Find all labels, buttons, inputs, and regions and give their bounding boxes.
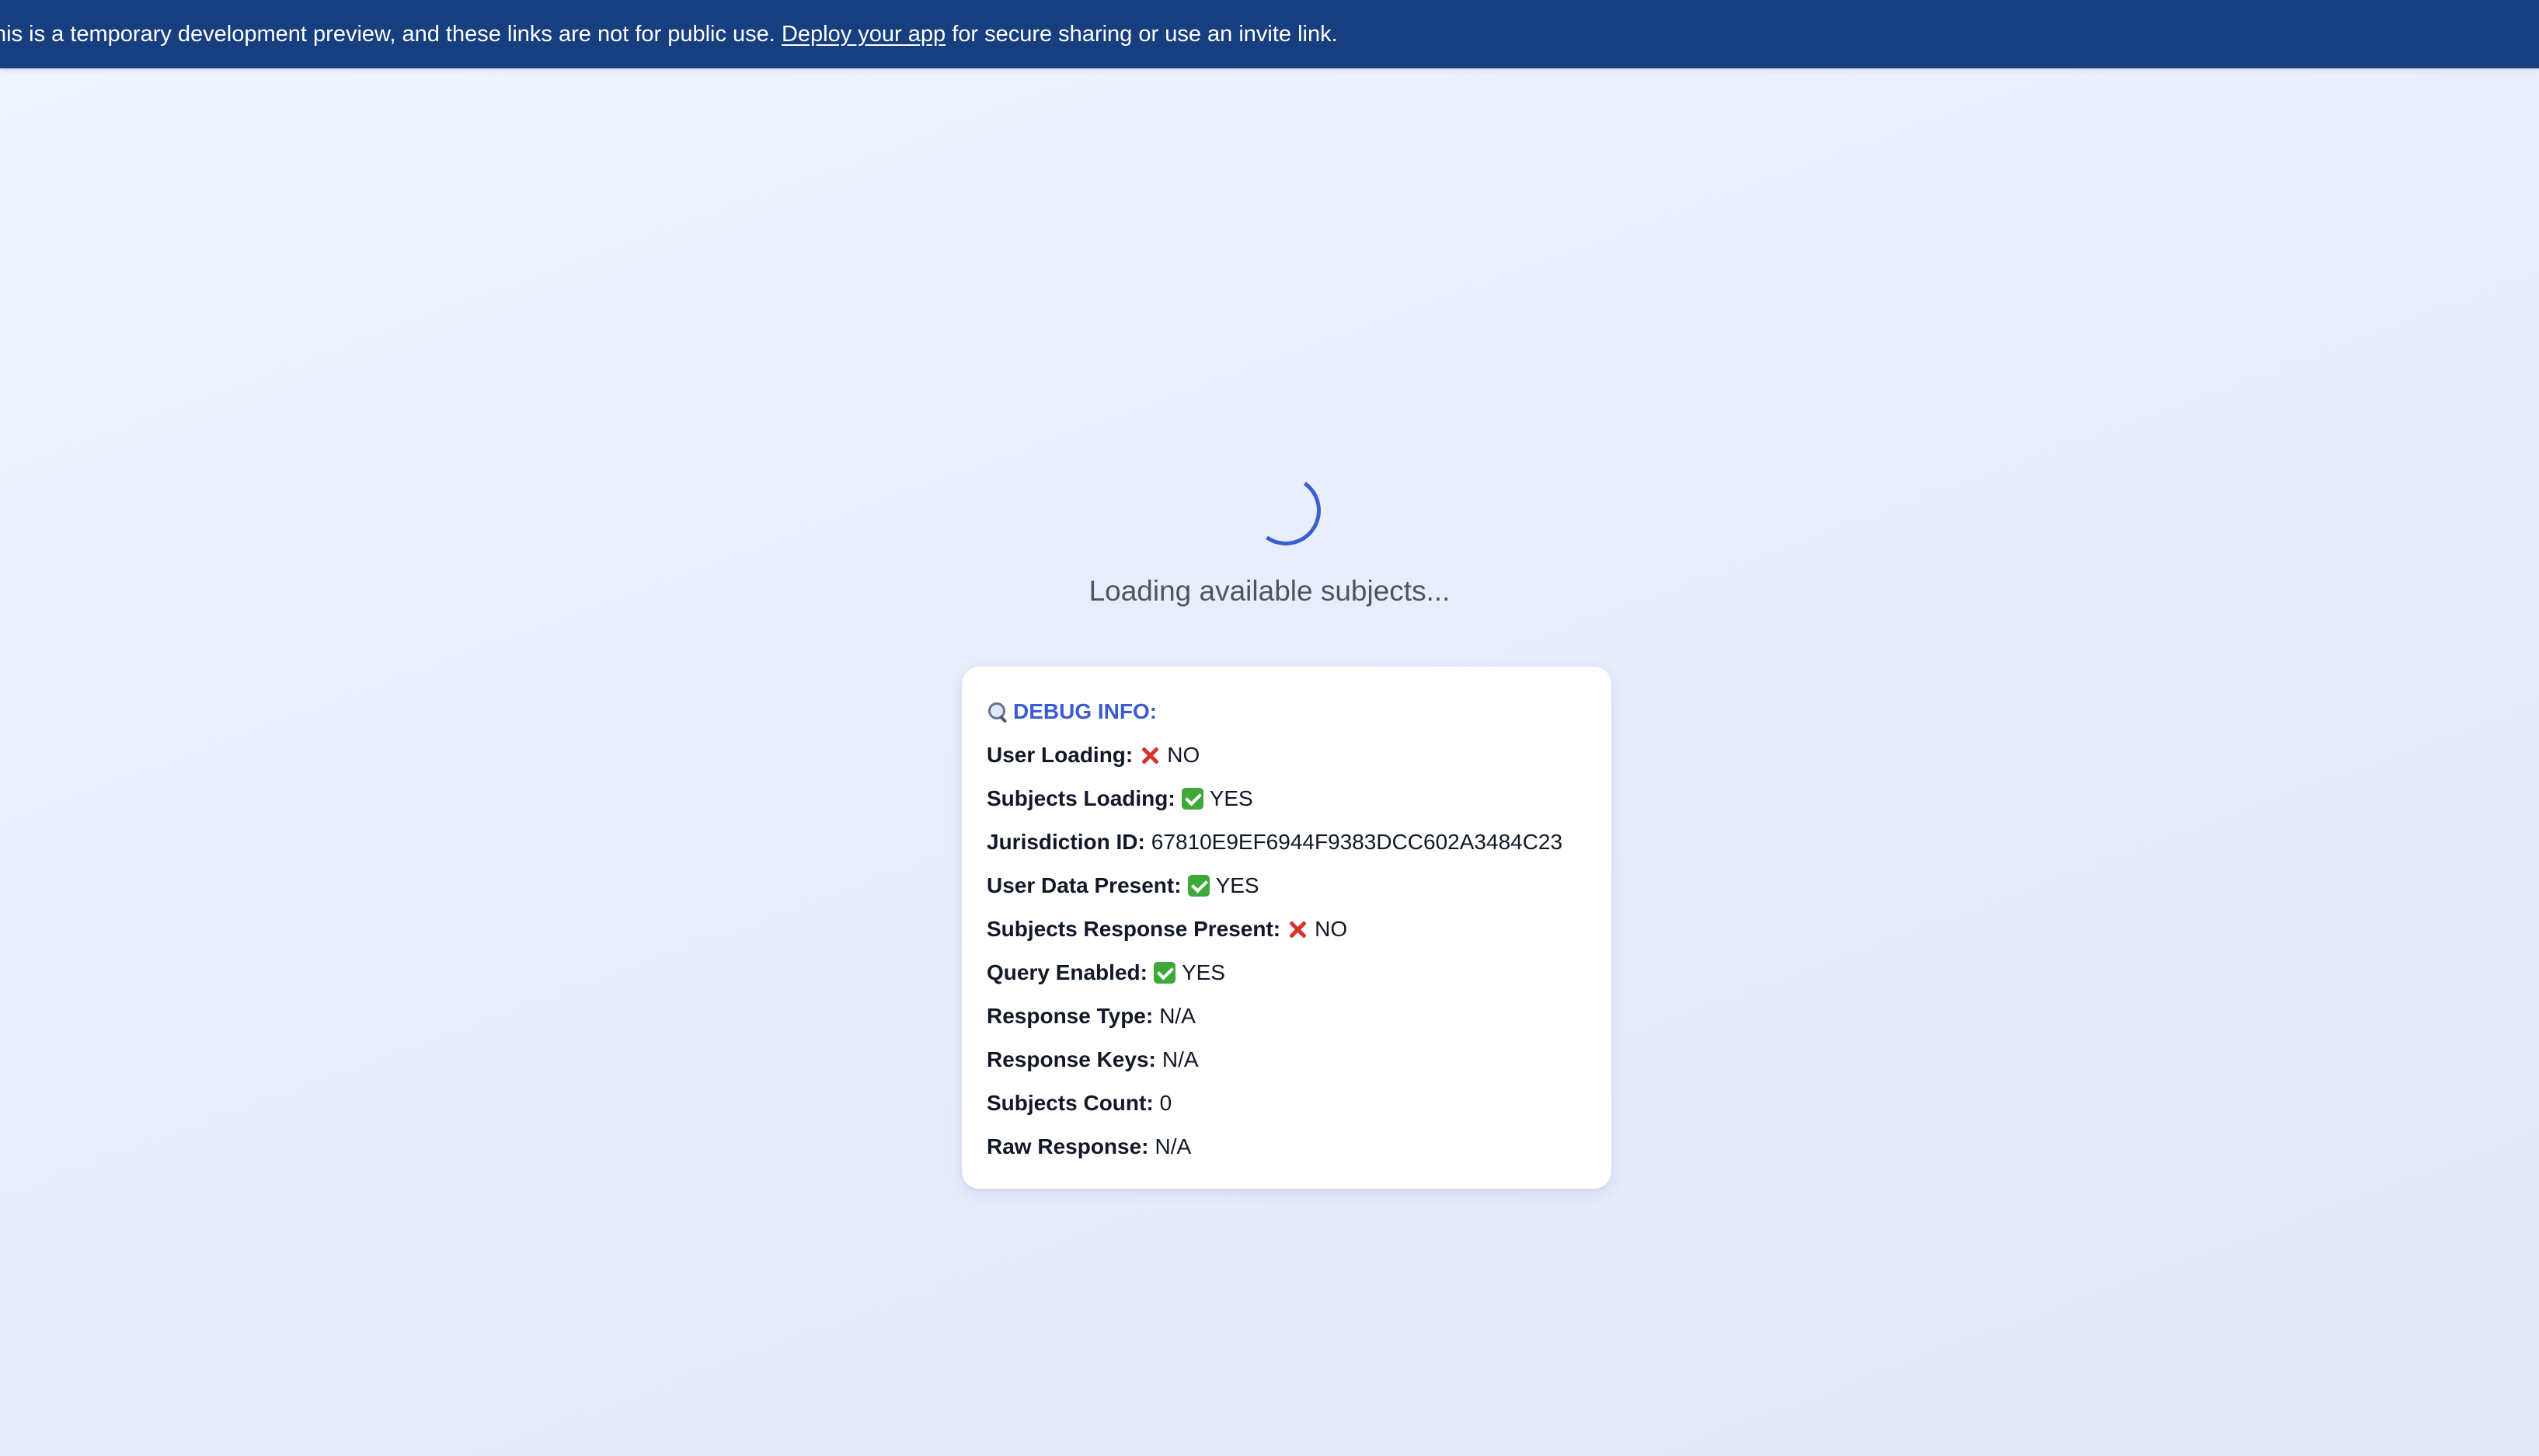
debug-row-label: User Data Present: xyxy=(987,873,1182,897)
cross-mark-icon xyxy=(1287,918,1308,940)
debug-row-value: YES xyxy=(1215,873,1259,897)
debug-row-label: User Loading: xyxy=(987,743,1134,767)
magnifying-glass-icon xyxy=(987,701,1008,723)
debug-title: DEBUG INFO: xyxy=(987,690,1588,733)
debug-row-user-loading: User Loading: NO xyxy=(987,733,1588,777)
debug-row-label: Response Keys: xyxy=(987,1047,1156,1071)
check-mark-icon xyxy=(1181,788,1203,810)
check-mark-icon xyxy=(1187,875,1210,897)
preview-banner: his is a temporary development preview, … xyxy=(0,0,2539,68)
debug-row-response-type: Response Type: N/A xyxy=(987,994,1588,1038)
debug-row-value: YES xyxy=(1181,960,1225,984)
debug-row-label: Response Type: xyxy=(987,1004,1154,1028)
debug-row-label: Query Enabled: xyxy=(987,960,1148,984)
debug-row-value: N/A xyxy=(1155,1134,1192,1158)
deploy-app-link[interactable]: Deploy your app xyxy=(782,22,946,47)
debug-row-subjects-loading: Subjects Loading: YES xyxy=(987,777,1588,820)
debug-row-jurisdiction-id: Jurisdiction ID: 67810E9EF6944F9383DCC60… xyxy=(987,820,1588,864)
debug-row-label: Subjects Response Present: xyxy=(987,917,1281,941)
debug-row-label: Jurisdiction ID: xyxy=(987,830,1145,854)
loading-spinner xyxy=(1245,469,1327,552)
debug-row-user-data-present: User Data Present: YES xyxy=(987,864,1588,907)
debug-info-card: DEBUG INFO: User Loading: NO Subjects Lo… xyxy=(962,667,1611,1189)
debug-title-text: DEBUG INFO: xyxy=(1013,699,1158,723)
check-mark-icon xyxy=(1153,962,1175,984)
cross-mark-icon xyxy=(1139,744,1161,766)
debug-row-response-keys: Response Keys: N/A xyxy=(987,1038,1588,1082)
debug-row-value: NO xyxy=(1167,743,1200,767)
debug-row-subjects-count: Subjects Count: 0 xyxy=(987,1082,1588,1125)
debug-row-value: N/A xyxy=(1159,1004,1196,1028)
debug-row-label: Subjects Count: xyxy=(987,1091,1154,1115)
debug-row-raw-response: Raw Response: N/A xyxy=(987,1125,1588,1169)
debug-row-value: 0 xyxy=(1159,1091,1172,1115)
debug-row-value: NO xyxy=(1315,917,1348,941)
debug-row-label: Raw Response: xyxy=(987,1134,1149,1158)
debug-row-label: Subjects Loading: xyxy=(987,786,1175,810)
debug-row-query-enabled: Query Enabled: YES xyxy=(987,951,1588,994)
debug-row-value: 67810E9EF6944F9383DCC602A3484C23 xyxy=(1151,830,1563,854)
banner-text-before: his is a temporary development preview, … xyxy=(0,22,775,47)
debug-row-value: YES xyxy=(1209,786,1253,810)
debug-row-value: N/A xyxy=(1162,1047,1199,1071)
loading-message: Loading available subjects... xyxy=(1088,575,1451,607)
banner-text-after: for secure sharing or use an invite link… xyxy=(952,22,1338,47)
banner-message: his is a temporary development preview, … xyxy=(0,0,1338,68)
debug-row-subjects-response-present: Subjects Response Present: NO xyxy=(987,907,1588,951)
